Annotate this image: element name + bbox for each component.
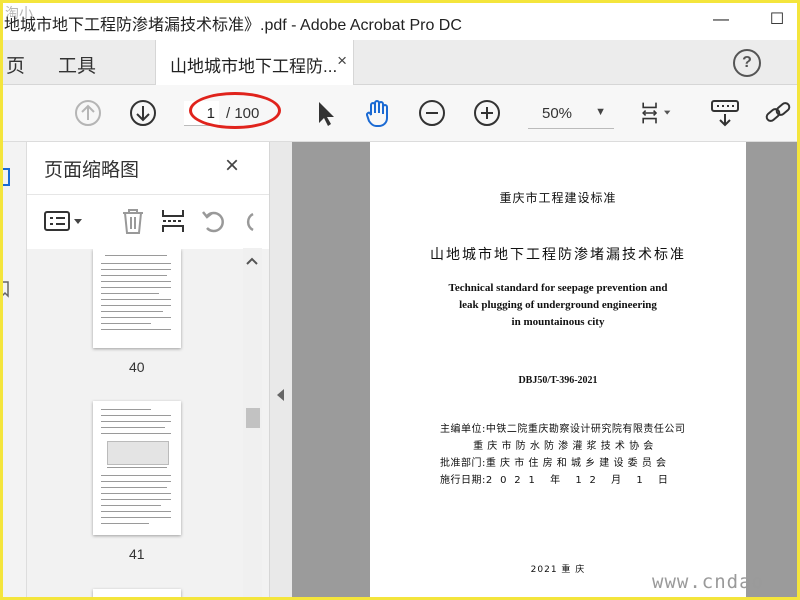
thumbnail-page-number: 40 <box>129 359 145 375</box>
chevron-down-icon: ▼ <box>595 106 606 118</box>
thumbnail-scrollbar[interactable] <box>243 248 262 600</box>
hand-tool-icon[interactable] <box>362 97 394 129</box>
select-cursor-icon[interactable] <box>309 97 341 129</box>
rotate-clockwise-icon[interactable] <box>239 206 259 236</box>
thumbnail-pane: 页面缩略图 × 40 41 <box>27 142 269 600</box>
document-tab[interactable]: 山地城市地下工程防... × <box>155 40 354 85</box>
pdf-page: 重庆市工程建设标准 山地城市地下工程防渗堵漏技术标准 Technical sta… <box>370 142 746 600</box>
pane-splitter[interactable] <box>269 142 293 600</box>
page-fit-icon[interactable] <box>640 97 672 129</box>
maximize-button[interactable]: ☐ <box>762 8 792 32</box>
standard-code: DBJ50/T-396-2021 <box>518 375 598 386</box>
bookmark-icon[interactable] <box>0 280 10 298</box>
trash-icon[interactable] <box>118 206 148 236</box>
english-title: Technical standard for seepage preventio… <box>448 282 668 328</box>
pane-toolbar <box>27 194 269 250</box>
site-watermark: www.cndao <box>652 571 764 593</box>
scroll-up-icon[interactable] <box>246 256 258 266</box>
thumbnail-page-42[interactable] <box>93 589 181 600</box>
previous-page-icon[interactable] <box>72 97 104 129</box>
thumbnail-page-41[interactable] <box>93 401 181 535</box>
menu-home[interactable]: 页 <box>6 51 25 78</box>
toolbar <box>0 85 800 142</box>
menu-tab-bar: 页 工具 <box>0 40 800 85</box>
thumbnail-list: 40 41 <box>27 249 269 600</box>
rotate-counterclockwise-icon[interactable] <box>199 206 229 236</box>
close-tab-icon[interactable]: × <box>337 51 347 71</box>
zoom-select[interactable]: 50% ▼ <box>528 100 614 129</box>
title-bar: 淘小 地城市地下工程防渗堵漏技术标准》.pdf - Adobe Acrobat … <box>0 0 800 40</box>
thumbnail-page-number: 41 <box>129 546 145 562</box>
menu-tools[interactable]: 工具 <box>58 51 96 78</box>
scroll-thumb[interactable] <box>246 408 260 428</box>
insert-page-icon[interactable] <box>158 206 188 236</box>
zoom-out-icon[interactable] <box>416 97 448 129</box>
help-icon[interactable]: ? <box>733 49 761 77</box>
standard-category: 重庆市工程建设标准 <box>499 191 617 205</box>
next-page-icon[interactable] <box>127 97 159 129</box>
publication-info: 主编单位:中铁二院重庆勘察设计研究院有限责任公司 重 庆 市 防 水 防 渗 灌… <box>440 424 686 486</box>
document-title: 山地城市地下工程防渗堵漏技术标准 <box>430 247 686 263</box>
thumbnail-page-40[interactable] <box>93 249 181 348</box>
collapse-pane-icon[interactable] <box>277 389 284 401</box>
highlight-ellipse-annotation <box>189 92 281 129</box>
document-view[interactable]: 重庆市工程建设标准 山地城市地下工程防渗堵漏技术标准 Technical sta… <box>292 142 800 600</box>
close-pane-icon[interactable]: × <box>225 152 239 180</box>
pane-title: 页面缩略图 <box>44 160 140 181</box>
navigation-strip <box>0 142 27 600</box>
options-menu-icon[interactable] <box>43 206 85 236</box>
zoom-in-icon[interactable] <box>471 97 503 129</box>
window-title: 地城市地下工程防渗堵漏技术标准》.pdf - Adobe Acrobat Pro… <box>4 17 462 34</box>
zoom-value: 50% <box>542 105 573 122</box>
document-tab-label: 山地城市地下工程防... <box>170 57 338 76</box>
keyboard-download-icon[interactable] <box>709 97 741 129</box>
link-share-icon[interactable] <box>762 97 794 129</box>
minimize-button[interactable]: — <box>706 8 736 32</box>
page-thumbnails-icon[interactable] <box>0 168 10 186</box>
